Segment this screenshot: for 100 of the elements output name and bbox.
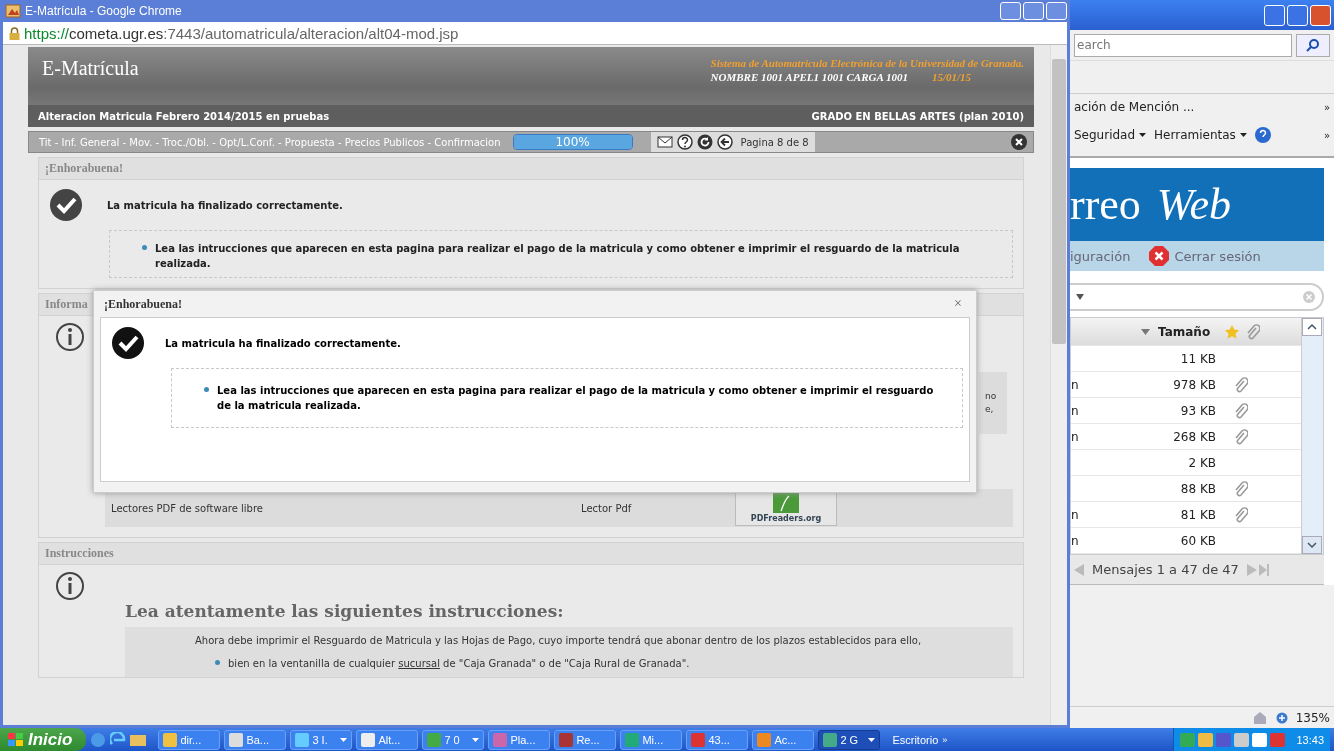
tray-icon[interactable] — [1252, 732, 1268, 747]
success-message: La matricula ha finalizado correctamente. — [165, 336, 401, 351]
app-icon — [625, 732, 640, 747]
taskbar-button[interactable]: 7 0 — [422, 729, 485, 750]
close-button[interactable]: × — [950, 297, 966, 311]
zoom-icon[interactable] — [1275, 711, 1288, 724]
mail-icon[interactable] — [656, 136, 673, 148]
caret-icon — [1076, 294, 1084, 300]
zoom-level[interactable]: 135% — [1295, 710, 1330, 725]
minimize-button[interactable] — [1264, 4, 1285, 26]
app-icon — [163, 732, 178, 747]
size-cell-text: 93 KB — [1179, 403, 1216, 418]
subject-fragment: n — [1071, 507, 1080, 522]
caret-icon[interactable] — [1139, 133, 1147, 137]
lock-icon — [9, 26, 20, 40]
taskbar-button[interactable]: Ba... — [224, 729, 287, 750]
maximize-button[interactable] — [1023, 2, 1044, 20]
check-icon — [111, 326, 145, 360]
command-menu[interactable]: Herramientas — [1154, 128, 1236, 142]
app-icon — [691, 732, 706, 747]
size-cell-text: 2 KB — [1187, 455, 1216, 470]
refresh-icon[interactable] — [696, 134, 713, 150]
info-icon — [55, 322, 85, 352]
taskbar-button[interactable]: 2 G — [818, 729, 881, 750]
fragment-text: no — [985, 389, 997, 403]
subject-fragment: n — [1071, 429, 1080, 444]
scroll-down-icon[interactable] — [1302, 536, 1322, 554]
procedure-title: Alteracion Matricula Febrero 2014/2015 en pruebas — [38, 109, 330, 124]
logout-icon[interactable] — [1148, 245, 1171, 267]
scrollbar[interactable] — [1050, 45, 1067, 725]
taskbar-button[interactable]: 43... — [686, 729, 749, 750]
size-cell-text: 88 KB — [1179, 481, 1216, 496]
close-icon[interactable] — [1011, 134, 1027, 150]
message-row[interactable]: n 93 KB — [1071, 398, 1301, 424]
command-menu[interactable]: Seguridad — [1074, 128, 1136, 142]
taskbar-button[interactable]: 3 I. — [290, 729, 353, 750]
restore-button[interactable] — [1287, 4, 1308, 26]
back-arrow-icon[interactable] — [716, 134, 733, 150]
settings-link[interactable]: iguración — [1070, 248, 1131, 264]
app-icon — [361, 732, 376, 747]
modal-title: ¡Enhorabuena! — [104, 296, 183, 312]
instructions-heading: Lea atentamente las siguientes instrucciones: — [125, 601, 565, 621]
close-button[interactable] — [1046, 2, 1067, 20]
taskbar-button[interactable]: Re... — [554, 729, 617, 750]
app-icon — [757, 732, 772, 747]
search-icon — [1306, 38, 1320, 53]
pdf-type: Lector Pdf — [581, 501, 633, 516]
scrollbar-thumb[interactable] — [1052, 59, 1066, 344]
branch-link[interactable]: sucursal — [398, 658, 440, 669]
bullet-icon — [215, 660, 220, 665]
logout-link[interactable]: Cerrar sesión — [1174, 248, 1261, 264]
scroll-up-icon[interactable] — [1302, 318, 1322, 336]
app-title: E-Matrícula — [42, 57, 139, 81]
favorite-link[interactable]: ación de Mención ... — [1074, 100, 1195, 114]
size-cell-text: 81 KB — [1179, 507, 1216, 522]
chevron-button[interactable]: » — [942, 734, 948, 745]
bullet-icon — [142, 245, 147, 250]
search-field[interactable]: earch — [1074, 33, 1292, 57]
security-icon[interactable] — [1251, 710, 1268, 725]
taskbar-button[interactable]: Pla... — [488, 729, 551, 750]
close-button[interactable] — [1310, 4, 1331, 26]
message-row[interactable]: n 81 KB — [1071, 502, 1301, 528]
taskbar-button[interactable]: Mi... — [620, 729, 683, 750]
tray-icon[interactable] — [1234, 732, 1250, 747]
windows-logo-icon — [8, 732, 24, 747]
taskbar-button[interactable]: Alt... — [356, 729, 419, 750]
user-name: NOMBRE 1001 APEL1 1001 CARGA 1001 — [710, 71, 908, 83]
message-row[interactable]: 88 KB — [1071, 476, 1301, 502]
sort-icon[interactable] — [1141, 328, 1150, 335]
size-cell-text: 978 KB — [1172, 377, 1216, 392]
panel-title: Instrucciones — [39, 543, 1023, 565]
bullet-icon — [204, 387, 209, 392]
help-icon[interactable] — [676, 134, 693, 150]
size-cell-text: 11 KB — [1179, 351, 1216, 366]
minimize-button[interactable] — [1000, 2, 1021, 20]
start-button[interactable]: Inicio — [0, 728, 87, 751]
success-message: La matricula ha finalizado correctamente. — [107, 198, 343, 213]
message-row[interactable]: n 268 KB — [1071, 424, 1301, 450]
tray-icon[interactable] — [1198, 732, 1214, 747]
chevron-button[interactable]: » — [1323, 101, 1330, 113]
search-button[interactable] — [1296, 33, 1330, 57]
note-text: Lea las intrucciones que aparecen en esta pagina para realizar el pago de la matricula y como obtener e imprimir el resguardo de la matricula realizada. — [217, 384, 935, 413]
size-cell-text: 268 KB — [1172, 429, 1216, 444]
banner-text: rreo — [1070, 179, 1141, 230]
subject-fragment: n — [1071, 377, 1080, 392]
paperclip-icon — [1246, 323, 1261, 340]
taskbar-button[interactable]: Ac... — [752, 729, 815, 750]
system-name: Sistema de Automatricula Electrónica de la Universidad de Granada. — [710, 57, 1024, 69]
column-header[interactable]: Tamaño — [1158, 324, 1211, 339]
size-cell-text: 60 KB — [1179, 533, 1216, 548]
taskbar-button[interactable]: dir... — [158, 729, 221, 750]
scrollbar[interactable] — [1301, 318, 1323, 554]
check-icon — [49, 188, 83, 222]
page-indicator: Pagina 8 de 8 — [740, 135, 809, 150]
desktop-toolbar[interactable]: Escritorio — [892, 733, 939, 746]
clock: 13:43 — [1296, 733, 1324, 746]
caret-icon[interactable] — [1239, 133, 1247, 137]
message-row[interactable]: n 978 KB — [1071, 372, 1301, 398]
chevron-button[interactable]: » — [1323, 129, 1330, 141]
filter-field[interactable] — [1070, 283, 1324, 311]
